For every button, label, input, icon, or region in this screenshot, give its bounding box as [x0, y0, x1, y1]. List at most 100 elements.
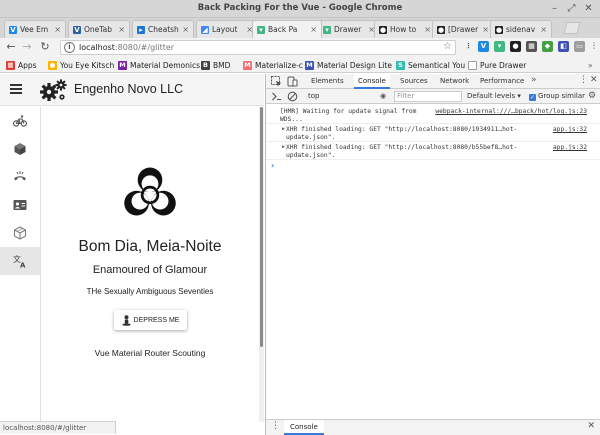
device-toolbar-icon[interactable]	[287, 76, 298, 87]
bookmark-item[interactable]: M Material Demonics	[118, 59, 200, 71]
context-selector[interactable]: top	[308, 91, 319, 102]
bookmarks-bar: ▦ Apps ● You Eye Kitsch M Material Demon…	[0, 57, 600, 73]
minimize-icon[interactable]: –	[548, 2, 561, 15]
browser-tab[interactable]: V Vee Em ×	[4, 20, 66, 38]
console-source-link[interactable]: webpack-internal:///…bpack/hot/log.js:23	[435, 108, 587, 116]
sidenav-item-cube[interactable]	[0, 135, 40, 163]
reload-icon[interactable]: ↻	[38, 40, 52, 54]
sidenav-item-translate[interactable]: 文 A	[0, 247, 40, 275]
console-filter-input[interactable]: Filter	[394, 91, 462, 102]
drawer-tab-console[interactable]: Console	[284, 420, 324, 435]
scrollbar-thumb[interactable]	[260, 107, 263, 347]
console-source-link[interactable]: app.js:32	[553, 126, 587, 134]
back-icon[interactable]: ←	[4, 40, 18, 54]
tab-label: Back Pa	[268, 25, 298, 34]
extension-menu-icon[interactable]: ⋮	[463, 41, 474, 52]
console-source-link[interactable]: app.js:32	[553, 144, 587, 152]
tab-sources[interactable]: Sources	[396, 74, 432, 89]
chrome-menu-icon[interactable]: ⋮	[590, 41, 598, 50]
bookmark-item[interactable]: S Semantical You	[396, 59, 465, 71]
vee-extension-icon[interactable]: V	[478, 41, 489, 52]
site-info-icon[interactable]: i	[64, 42, 75, 53]
grid-extension-icon[interactable]: ▦	[526, 41, 537, 52]
clear-console-icon[interactable]	[287, 91, 298, 102]
browser-tab[interactable]: ▾ Drawer ×	[318, 20, 380, 38]
cheatsheet-icon: ▸	[137, 25, 145, 34]
blue-extension-icon[interactable]: ◧	[558, 41, 569, 52]
bookmark-apps[interactable]: ▦ Apps	[6, 59, 37, 71]
browser-tab[interactable]: ● sidenav ×	[490, 20, 552, 38]
tab-elements[interactable]: Elements	[307, 74, 348, 89]
tab-close-icon[interactable]: ×	[118, 25, 125, 34]
sidenav-item-contacts[interactable]	[0, 191, 40, 219]
bookmark-item[interactable]: M Material Design Lite	[305, 59, 392, 71]
address-bar[interactable]: i localhost:8080/#/glitter ☆	[60, 40, 456, 55]
browser-tab[interactable]: ◢ Layout ×	[196, 20, 258, 38]
group-similar-label: Group similar	[538, 92, 586, 100]
inspect-element-icon[interactable]	[271, 76, 282, 87]
expand-triangle-icon[interactable]: ▶	[282, 126, 285, 134]
tab-close-icon[interactable]: ×	[54, 25, 61, 34]
more-tabs-icon[interactable]: »	[531, 75, 537, 85]
bookmark-item[interactable]: Pure Drawer	[468, 59, 526, 71]
drawer-menu-icon[interactable]: ⋮	[271, 421, 280, 431]
devtools-menu-icon[interactable]: ⋮	[579, 75, 588, 85]
tab-performance[interactable]: Performance	[476, 74, 528, 89]
depress-me-button[interactable]: DEPRESS ME	[114, 310, 187, 330]
tab-close-icon[interactable]: ×	[482, 25, 489, 34]
app-scrollbar[interactable]	[259, 107, 264, 422]
bookmark-star-icon[interactable]: ☆	[443, 41, 452, 52]
devtools-close-icon[interactable]: ✕	[590, 75, 598, 85]
bookmark-item[interactable]: ● You Eye Kitsch	[48, 59, 114, 71]
vue-devtools-icon[interactable]: ▾	[494, 41, 505, 52]
eye-icon[interactable]: ◉	[380, 91, 386, 102]
drawer-close-icon[interactable]: ✕	[587, 421, 595, 431]
github-icon: ●	[379, 25, 387, 34]
group-similar-toggle[interactable]: ✓ Group similar	[529, 91, 585, 102]
box-outline-icon	[14, 226, 26, 240]
expand-triangle-icon[interactable]: ▶	[282, 144, 285, 152]
bookmark-label: Material Demonics	[130, 60, 201, 70]
console-settings-icon[interactable]: ⚙	[588, 91, 596, 102]
browser-tab[interactable]: V OneTab ×	[68, 20, 130, 38]
gray-extension-icon[interactable]: ▭	[574, 41, 585, 52]
new-tab-button[interactable]	[563, 22, 581, 34]
console-prompt-icon[interactable]: ›	[271, 161, 274, 170]
tab-close-icon[interactable]: ×	[310, 25, 317, 34]
bookmark-item[interactable]: M Materialize-c	[243, 59, 303, 71]
console-message: ▶ XHR finished loading: GET "http://loca…	[266, 125, 600, 142]
bookmark-label: You Eye Kitsch	[60, 60, 115, 70]
bookmarks-overflow-icon[interactable]: »	[588, 59, 593, 71]
sidenav-item-bike[interactable]	[0, 107, 40, 135]
bookmark-label: Materialize-c	[255, 60, 303, 70]
browser-tab[interactable]: ▸ Cheatsh ×	[132, 20, 194, 38]
gears-icon	[40, 79, 67, 101]
group-similar-checkbox[interactable]: ✓	[529, 94, 536, 101]
github-icon: ●	[437, 25, 445, 34]
browser-tab-active[interactable]: ▾ Back Pa ×	[252, 20, 322, 38]
browser-tab[interactable]: ● How to ×	[374, 20, 436, 38]
log-levels-dropdown[interactable]: Default levels ▾	[467, 91, 521, 102]
link-status-bar: localhost:8080/#/glitter	[0, 421, 116, 434]
maximize-icon[interactable]: ⤢	[565, 2, 578, 15]
menu-icon[interactable]	[10, 84, 22, 94]
tagline: THe Sexually Ambiguous Seventies	[86, 287, 214, 296]
tab-close-icon[interactable]: ×	[182, 25, 189, 34]
bookmark-item[interactable]: B BMD	[201, 59, 230, 71]
console-sidebar-icon[interactable]	[271, 91, 282, 102]
github-extension-icon[interactable]: ●	[510, 41, 521, 52]
button-label: DEPRESS ME	[133, 316, 180, 324]
sidenav-item-box[interactable]	[0, 219, 40, 247]
tab-network[interactable]: Network	[436, 74, 473, 89]
tab-close-icon[interactable]: ×	[540, 25, 547, 34]
tab-console[interactable]: Console	[354, 74, 390, 89]
forward-icon[interactable]: →	[20, 40, 34, 54]
side-navigation: 文 A	[0, 107, 41, 422]
close-window-icon[interactable]: ✕	[582, 2, 595, 15]
sidenav-item-phone[interactable]	[0, 163, 40, 191]
green-extension-icon[interactable]: ◆	[542, 41, 553, 52]
bookmark-label: Material Design Lite	[317, 60, 392, 70]
url-text[interactable]: localhost:8080/#/glitter	[79, 43, 174, 52]
browser-tab[interactable]: ● [Drawer ×	[432, 20, 494, 38]
tab-close-icon[interactable]: ×	[424, 25, 431, 34]
